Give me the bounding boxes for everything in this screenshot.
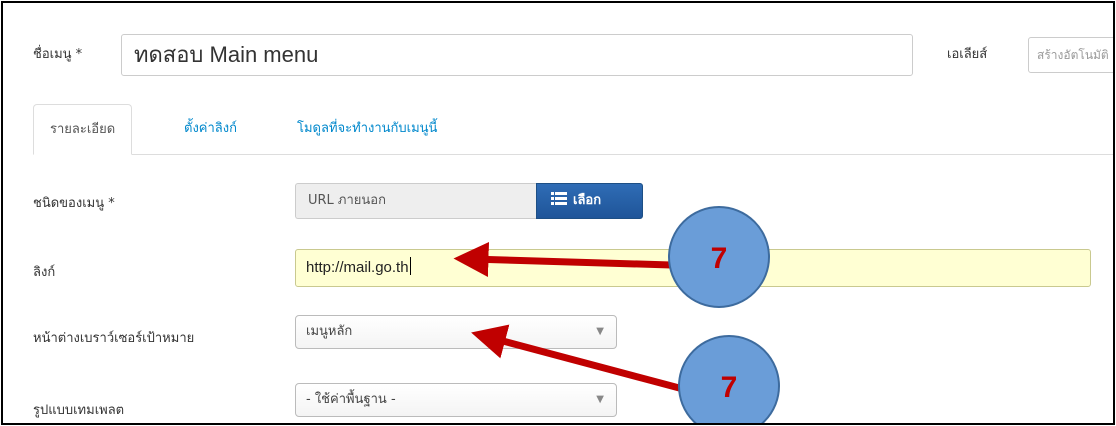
menu-item-edit-form: ชื่อเมนู * ทดสอบ Main menu เอเลียส์ สร้า… xyxy=(1,1,1115,425)
annotation-arrow xyxy=(471,324,684,393)
callout-badge: 7 xyxy=(678,335,780,423)
callout-number: 7 xyxy=(711,242,728,275)
callout-number: 7 xyxy=(721,371,738,404)
annotation-overlay: 7 7 xyxy=(453,206,780,423)
annotation-arrow xyxy=(453,242,672,278)
callout-badge: 7 xyxy=(668,206,770,308)
